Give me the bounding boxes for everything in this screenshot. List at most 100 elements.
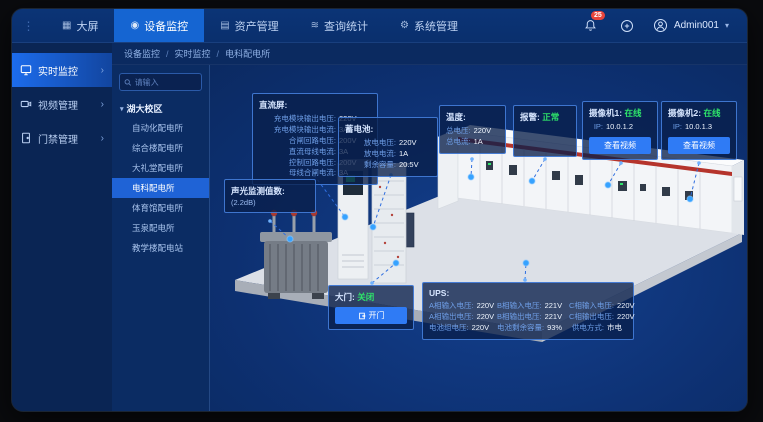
sound-monitor-panel: 声光监测值数: (2.2dB) (224, 179, 316, 213)
tree-item-selected[interactable]: 电科配电所 (112, 178, 209, 198)
tab-query-statistics[interactable]: ≋ 查询统计 (295, 9, 384, 42)
metric-value: 221V (545, 312, 567, 323)
tree-item[interactable]: 体育馆配电所 (112, 198, 209, 218)
breadcrumb: 设备监控 / 实时监控 / 电科配电所 (112, 43, 747, 65)
metric-value: 1A (399, 149, 431, 160)
alarm-title: 报警: (520, 112, 540, 122)
gear-icon: ⚙ (400, 20, 409, 31)
sound-value: (2.2dB) (231, 198, 309, 207)
camera2-title: 摄像机2: (668, 108, 701, 118)
camera1-status: 在线 (624, 108, 641, 118)
fullscreen-icon[interactable] (617, 16, 637, 36)
username: Admin001 (674, 20, 719, 31)
tab-device-monitoring[interactable]: ◉ 设备监控 (114, 9, 204, 42)
breadcrumb-separator: / (166, 49, 169, 59)
door-status: 关闭 (357, 292, 374, 302)
chevron-right-icon: › (101, 99, 104, 110)
ip-value: 10.0.1.3 (685, 122, 712, 133)
metric-label: 放电电流: (345, 149, 396, 160)
metric-label: C相输入电压: (569, 301, 614, 312)
sidebar-item-video-management[interactable]: 视频管理 › (12, 87, 112, 121)
sidebar-item-access-control[interactable]: 门禁管理 › (12, 121, 112, 155)
nav-right: 25 Admin001 ▾ (581, 9, 747, 42)
tab-asset-management[interactable]: ▤ 资产管理 (204, 9, 294, 42)
screen-icon: ▦ (62, 20, 71, 31)
metric-value: 220V (477, 312, 495, 323)
metric-label: A相输入电压: (429, 301, 474, 312)
metric-value: 220V (399, 138, 431, 149)
panel-title: 直流屏: (259, 99, 371, 111)
notification-badge: 25 (591, 11, 605, 20)
alarm-status: 正常 (542, 112, 559, 122)
metric-label: 充电模块输出电压: (259, 114, 336, 125)
temperature-panel: 温度: 总电压:220V 总电流:1A (439, 105, 506, 154)
tree-item[interactable]: 玉泉配电所 (112, 218, 209, 238)
monitor-grid-icon (20, 64, 32, 76)
panel-title: 蓄电池: (345, 123, 431, 135)
ups-metrics: A相输入电压:220V B相输入电压:221V C相输入电压:220V A相输出… (429, 301, 627, 334)
nav-tabs: ▦ 大屏 ◉ 设备监控 ▤ 资产管理 ≋ 查询统计 ⚙ 系统管理 (46, 9, 474, 42)
view-video-button[interactable]: 查看视频 (668, 137, 730, 154)
notification-bell-icon[interactable]: 25 (581, 16, 601, 36)
sidebar-item-realtime-monitoring[interactable]: 实时监控 › (12, 53, 112, 87)
metric-value: 220V (472, 323, 495, 334)
avatar (653, 18, 668, 33)
user-menu[interactable]: Admin001 ▾ (653, 18, 729, 33)
tree-item[interactable]: 大礼堂配电所 (112, 158, 209, 178)
metric-label: 供电方式: (569, 323, 604, 334)
search-input[interactable] (135, 78, 197, 87)
camera-icon (20, 98, 32, 110)
metric-value: 220V (474, 126, 499, 137)
open-door-label: 开门 (369, 310, 385, 321)
camera1-title: 摄像机1: (589, 108, 622, 118)
metric-value: 220V (617, 301, 635, 312)
tree-item[interactable]: 自动化配电所 (112, 118, 209, 138)
door-icon (20, 132, 32, 144)
metric-value: 20.5V (399, 160, 431, 171)
tab-system-management[interactable]: ⚙ 系统管理 (384, 9, 474, 42)
breadcrumb-part[interactable]: 设备监控 (124, 47, 160, 60)
camera2-status: 在线 (703, 108, 720, 118)
breadcrumb-part[interactable]: 实时监控 (175, 47, 211, 60)
panel-title: 大门: 关闭 (335, 291, 407, 303)
panel-title: 声光监测值数: (231, 185, 309, 197)
tree-collapse-icon: ▾ (120, 105, 124, 113)
camera2-panel: 摄像机2: 在线 IP:10.0.1.3 查看视频 (661, 101, 737, 160)
metric-label: B相输出电压: (497, 312, 542, 323)
tree-item[interactable]: 综合楼配电所 (112, 138, 209, 158)
chevron-right-icon: › (101, 133, 104, 144)
metric-value: 1A (474, 137, 499, 148)
panel-title: 摄像机1: 在线 (589, 107, 651, 119)
door-open-icon (358, 312, 366, 320)
tree-search[interactable] (119, 73, 202, 91)
metric-label: 放电电压: (345, 138, 396, 149)
ip-label: IP: (668, 122, 682, 133)
chevron-right-icon: › (101, 65, 104, 76)
sidebar-item-label: 实时监控 (38, 63, 78, 78)
metric-label: 总电流: (446, 137, 471, 148)
view-video-button[interactable]: 查看视频 (589, 137, 651, 154)
metric-label: C相输出电压: (569, 312, 614, 323)
tab-dashboard[interactable]: ▦ 大屏 (46, 9, 114, 42)
tab-label: 查询统计 (324, 18, 368, 34)
app-window: ⋮ ▦ 大屏 ◉ 设备监控 ▤ 资产管理 ≋ 查询统计 ⚙ 系统管理 (11, 8, 748, 412)
open-door-button[interactable]: 开门 (335, 307, 407, 324)
metric-value: 220V (617, 312, 635, 323)
monitor-icon: ◉ (130, 20, 139, 31)
top-nav: ⋮ ▦ 大屏 ◉ 设备监控 ▤ 资产管理 ≋ 查询统计 ⚙ 系统管理 (12, 9, 747, 43)
ip-value: 10.0.1.2 (606, 122, 633, 133)
tree-root-node[interactable]: ▾ 湖大校区 (112, 99, 209, 118)
asset-icon: ▤ (220, 20, 229, 31)
metric-value: 市电 (607, 323, 631, 334)
tree-root-label: 湖大校区 (127, 102, 163, 115)
search-icon (124, 78, 132, 87)
stats-icon: ≋ (311, 20, 319, 31)
tree-item[interactable]: 教学楼配电站 (112, 238, 209, 258)
menu-dots-icon[interactable]: ⋮ (12, 9, 46, 42)
sidebar: 实时监控 › 视频管理 › 门禁管理 › (12, 43, 112, 411)
substation-3d-view: 直流屏: 充电模块输出电压:220V 充电模块输出电流:3A 合闸回路电压:20… (210, 65, 747, 411)
ups-panel: UPS: A相输入电压:220V B相输入电压:221V C相输入电压:220V… (422, 282, 634, 340)
camera1-panel: 摄像机1: 在线 IP:10.0.1.2 查看视频 (582, 101, 658, 160)
tab-label: 资产管理 (235, 18, 279, 34)
breadcrumb-separator: / (217, 49, 220, 59)
